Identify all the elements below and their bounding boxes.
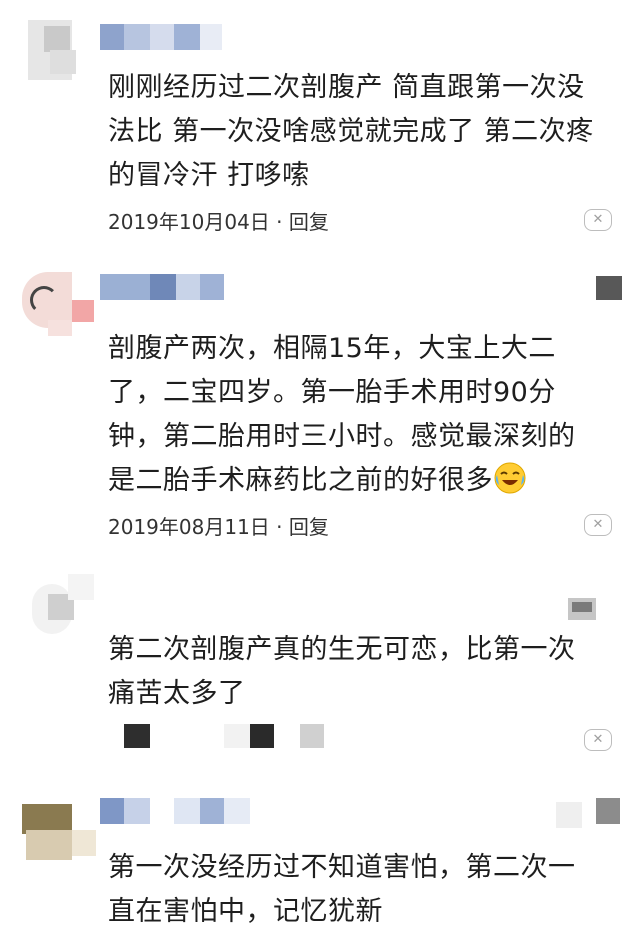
comment-date: 2019年10月04日 [108,210,270,234]
avatar[interactable] [22,574,94,634]
close-icon[interactable]: ✕ [584,209,612,231]
comment-text: 刚刚经历过二次剖腹产 简直跟第一次没 法比 第一次没啥感觉就完成了 第二次疼 的… [108,72,594,191]
username-blurred[interactable] [100,24,230,50]
username-blurred[interactable] [100,798,252,824]
avatar[interactable] [22,800,96,860]
meta-separator: · [276,210,283,234]
username-blurred[interactable] [100,274,230,300]
comment-text: 第二次剖腹产真的生无可恋，比第一次 痛苦太多了 [108,634,576,709]
comment-text: 剖腹产两次，相隔15年，大宝上大二 了，二宝四岁。第一胎手术用时90分 钟，第二… [108,327,618,503]
reply-link[interactable]: 回复 [289,515,329,539]
close-icon[interactable]: ✕ [584,514,612,536]
close-icon[interactable]: ✕ [584,729,612,751]
comment-date: 2019年08月11日 [108,515,270,539]
comment-meta: 2019年10月04日 · 回复 [108,206,329,235]
avatar[interactable] [22,20,94,80]
reply-link[interactable]: 回复 [289,210,329,234]
meta-separator: · [276,515,283,539]
comment-meta: 2019年08月11日 · 回复 [108,511,329,540]
crying-laughing-emoji-icon [494,462,526,494]
comment-text: 第一次没经历过不知道害怕，第二次一 直在害怕中，记忆犹新 [108,852,576,927]
avatar[interactable] [22,272,94,336]
